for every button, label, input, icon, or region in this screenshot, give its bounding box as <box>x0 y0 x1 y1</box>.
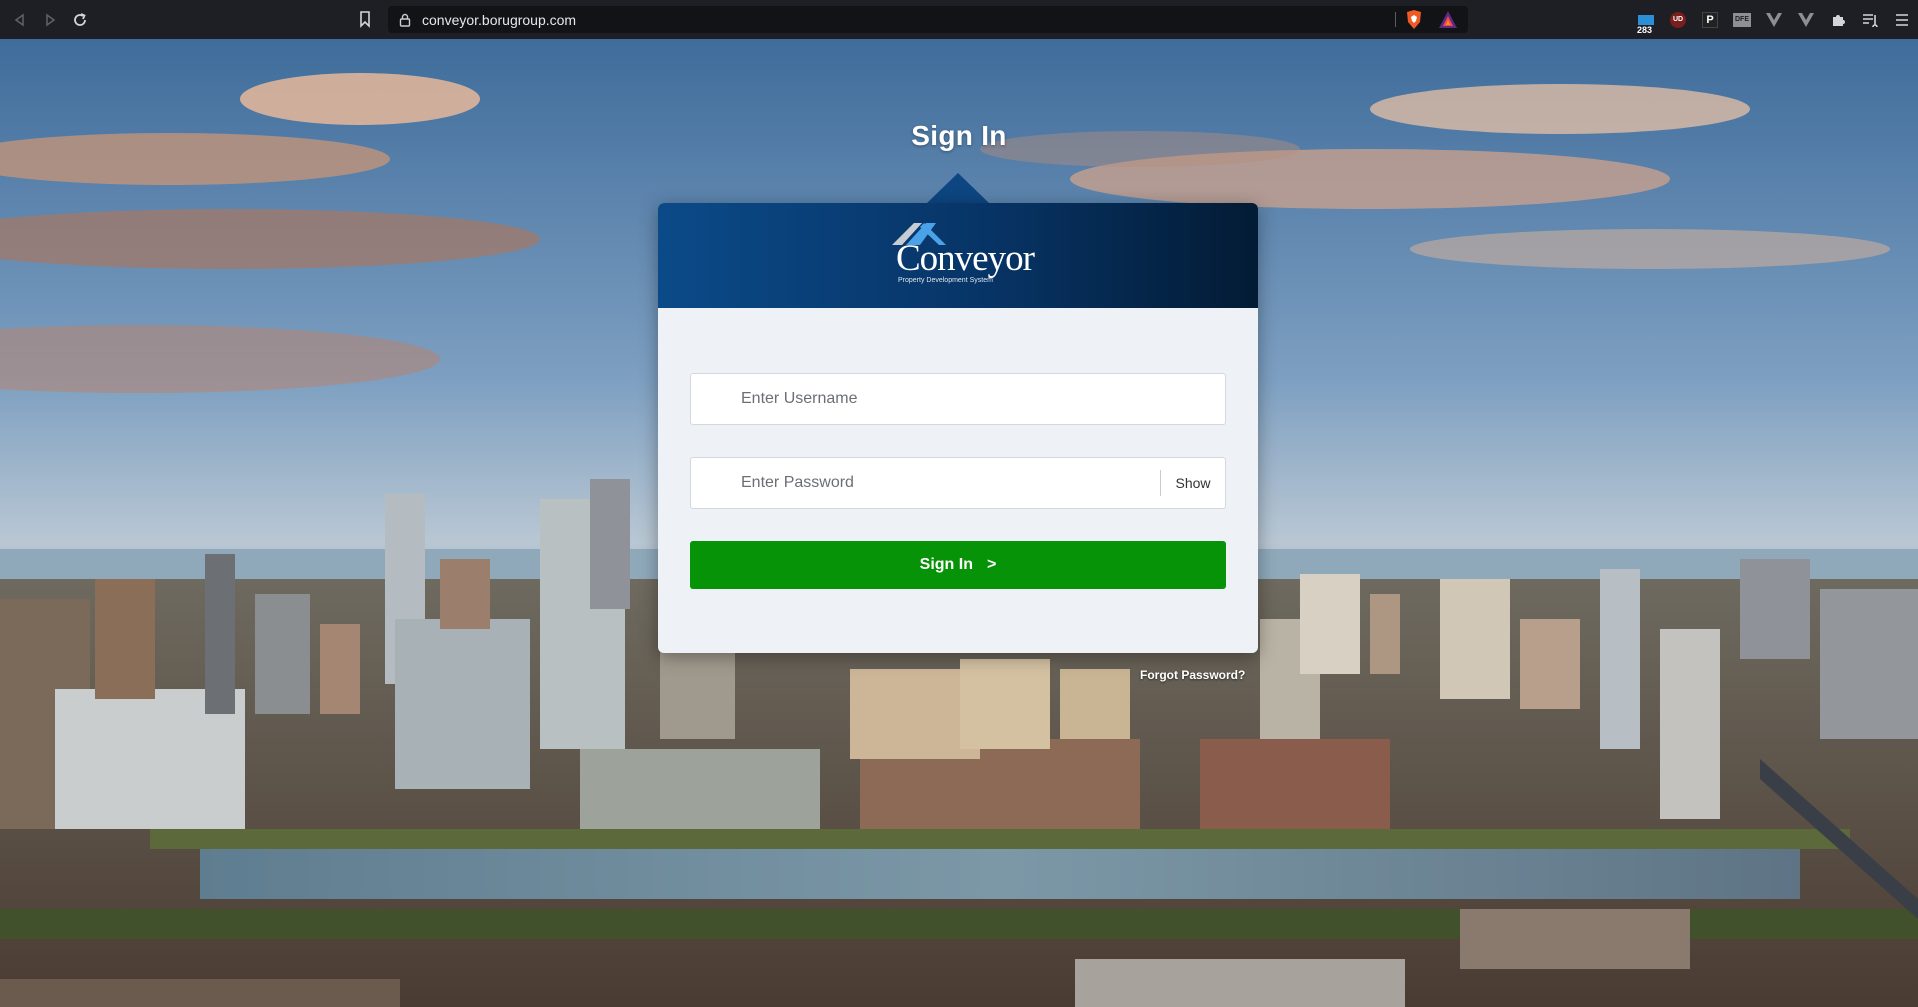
signin-button[interactable]: Sign In > <box>690 541 1226 589</box>
password-input[interactable] <box>691 458 1160 508</box>
password-field[interactable]: Show <box>690 457 1226 509</box>
extensions-puzzle-icon[interactable] <box>1822 0 1854 39</box>
extension-1-badge: 283 <box>1637 25 1653 35</box>
extension-dfe-icon[interactable]: DFE <box>1726 0 1758 39</box>
signin-button-label: Sign In <box>919 556 973 573</box>
extension-p-icon[interactable]: P <box>1694 0 1726 39</box>
back-icon[interactable] <box>5 5 35 35</box>
lock-icon <box>399 13 411 27</box>
address-bar[interactable]: conveyor.borugroup.com <box>388 6 1468 33</box>
card-pointer <box>927 173 989 203</box>
brave-shields-icon[interactable] <box>1404 9 1424 30</box>
url-text: conveyor.borugroup.com <box>422 11 577 28</box>
extensions-area: 283 UD P DFE <box>1630 0 1918 39</box>
username-input[interactable] <box>691 374 1225 424</box>
conveyor-logo: Conveyor Property Development System <box>884 219 1035 291</box>
signin-card: Conveyor Property Development System Sho… <box>658 203 1258 653</box>
browser-toolbar: conveyor.borugroup.com 283 UD P DFE <box>0 0 1918 39</box>
chevron-right-icon: > <box>986 556 997 573</box>
vue-devtools-icon[interactable] <box>1758 0 1790 39</box>
card-header: Conveyor Property Development System <box>658 203 1258 308</box>
reading-list-icon[interactable] <box>1854 0 1886 39</box>
username-field[interactable] <box>690 373 1226 425</box>
reload-icon[interactable] <box>65 5 95 35</box>
url-divider <box>1395 12 1396 27</box>
vue-devtools-2-icon[interactable] <box>1790 0 1822 39</box>
bookmark-icon[interactable] <box>355 9 375 29</box>
brave-rewards-icon[interactable] <box>1438 10 1458 29</box>
menu-icon[interactable] <box>1886 0 1918 39</box>
page-title: Sign In <box>911 120 1007 151</box>
forward-icon[interactable] <box>35 5 65 35</box>
ublock-icon[interactable]: UD <box>1662 0 1694 39</box>
logo-subtitle: Property Development System <box>898 277 993 284</box>
extension-1-icon[interactable]: 283 <box>1630 0 1662 39</box>
forgot-password-link[interactable]: Forgot Password? <box>1140 668 1245 682</box>
show-password-button[interactable]: Show <box>1161 475 1225 491</box>
logo-text: Conveyor <box>896 238 1035 279</box>
